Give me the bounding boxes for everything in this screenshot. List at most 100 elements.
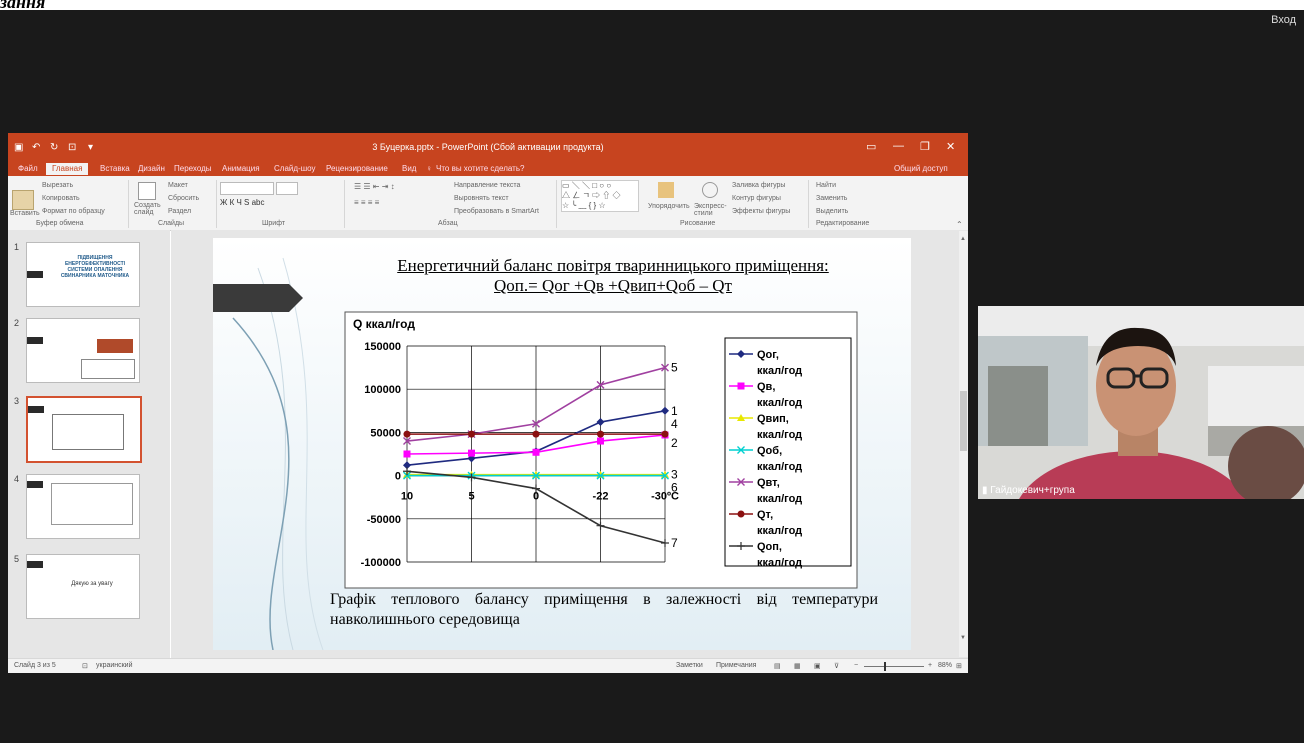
thumb-arrow <box>28 406 44 413</box>
data-point <box>532 430 540 438</box>
thumb-chart <box>52 414 124 450</box>
group-slides: Слайды <box>158 220 185 227</box>
thumbnail-slide-5[interactable]: Дякую за увагу <box>26 554 140 619</box>
y-axis-label: Q ккал/год <box>353 317 415 331</box>
close-icon[interactable]: ✕ <box>946 140 955 153</box>
format-painter-button[interactable]: Формат по образцу <box>42 208 105 215</box>
new-slide-icon[interactable] <box>138 182 156 200</box>
ribbon: Вставить Вырезать Копировать Формат по о… <box>8 176 968 231</box>
zoom-in-icon[interactable]: + <box>928 662 932 669</box>
text-direction-button[interactable]: Направление текста <box>454 182 520 189</box>
x-tick-label: 10 <box>401 491 413 503</box>
x-tick-label: -22 <box>593 491 609 503</box>
series-end-label: 2 <box>671 436 678 450</box>
quick-styles-icon[interactable] <box>702 182 718 198</box>
language-indicator[interactable]: украинский <box>96 662 133 669</box>
webcam-tile[interactable]: ▮ Гайдокевич+група <box>978 306 1304 499</box>
select-button[interactable]: Выделить <box>816 208 848 215</box>
tab-view[interactable]: Вид <box>402 164 416 173</box>
series-end-label: 7 <box>671 536 678 550</box>
zoom-slider-thumb[interactable] <box>884 662 886 671</box>
align-text-button[interactable]: Выровнять текст <box>454 195 509 202</box>
scroll-up-icon[interactable]: ▲ <box>960 236 966 242</box>
list-buttons[interactable]: ☰ ☰ ⇤ ⇥ ↕ <box>354 182 395 191</box>
legend-label: Qвип, <box>757 413 789 425</box>
top-strip: зання <box>0 0 1304 12</box>
convert-smartart-button[interactable]: Преобразовать в SmartArt <box>454 208 539 215</box>
current-slide[interactable]: 150000 100000 50000 0 -50000 -100000 10 5 0 -22 -3… <box>213 238 911 650</box>
zoom-slider[interactable] <box>864 666 924 667</box>
arrange-icon[interactable] <box>658 182 674 198</box>
group-clipboard: Буфер обмена <box>36 220 84 227</box>
paste-icon[interactable] <box>12 190 34 210</box>
thumbnail-slide-4[interactable] <box>26 474 140 539</box>
ribbon-divider <box>344 180 345 228</box>
tab-animation[interactable]: Анимация <box>222 164 260 173</box>
slide-canvas: 150000100000500000-50000-10000010 5 0 -22 -3… <box>213 238 911 650</box>
legend-label: ккал/год <box>757 365 802 377</box>
data-point <box>661 430 669 438</box>
reset-button[interactable]: Сбросить <box>168 195 199 202</box>
maximize-icon[interactable]: ❐ <box>920 140 930 153</box>
shape-effects-button[interactable]: Эффекты фигуры <box>732 208 790 215</box>
scroll-thumb[interactable] <box>960 391 967 451</box>
scroll-down-icon[interactable]: ▼ <box>960 635 966 641</box>
vertical-scrollbar[interactable]: ▲ ▼ <box>959 231 968 657</box>
shape-outline-button[interactable]: Контур фигуры <box>732 195 781 202</box>
tab-review[interactable]: Рецензирование <box>326 164 388 173</box>
reading-view-icon[interactable]: ▣ <box>814 662 821 670</box>
normal-view-icon[interactable]: ▤ <box>774 662 781 670</box>
tab-design[interactable]: Дизайн <box>138 164 165 173</box>
series-end-label: 5 <box>671 361 678 375</box>
lightbulb-icon: ♀ <box>426 164 432 173</box>
new-slide-button[interactable]: Создать слайд <box>134 202 162 216</box>
sorter-view-icon[interactable]: ▦ <box>794 662 801 670</box>
thumbnail-slide-1[interactable]: ПІДВИЩЕННЯ ЕНЕРГОЕФЕКТИВНОСТІ СИСТЕМИ ОП… <box>26 242 140 307</box>
tab-slideshow[interactable]: Слайд-шоу <box>274 164 315 173</box>
thumbnail-slide-3[interactable] <box>26 396 142 463</box>
status-bar: Слайд 3 из 5 ⊡ украинский Заметки Примеч… <box>8 658 968 673</box>
tab-file[interactable]: Файл <box>18 164 38 173</box>
slide-thumbnails: 1 ПІДВИЩЕННЯ ЕНЕРГОЕФЕКТИВНОСТІ СИСТЕМИ … <box>8 230 170 658</box>
minimize-icon[interactable]: — <box>893 140 904 152</box>
shapes-gallery[interactable]: ▭ ＼ ＼ □ ○ ○ △ ㄥ ㄱ ⇨ ⇧ ◇ ☆ ╰ ﹏ { } ☆ <box>561 180 639 212</box>
font-size-input[interactable] <box>276 182 298 195</box>
notes-button[interactable]: Заметки <box>676 662 703 669</box>
replace-button[interactable]: Заменить <box>816 195 847 202</box>
quick-styles-button[interactable]: Экспресс-стили <box>694 203 728 217</box>
zoom-out-icon[interactable]: − <box>854 662 858 669</box>
tab-home[interactable]: Главная <box>46 163 89 175</box>
tab-insert[interactable]: Вставка <box>100 164 130 173</box>
font-name-input[interactable] <box>220 182 274 195</box>
legend-marker <box>737 510 745 518</box>
cut-button[interactable]: Вырезать <box>42 182 73 189</box>
thumb-scheme <box>51 483 133 525</box>
login-link[interactable]: Вход <box>1271 14 1296 26</box>
font-style-buttons[interactable]: Ж К Ч S abc <box>220 198 265 207</box>
collapse-ribbon-icon[interactable]: ⌃ <box>956 220 963 229</box>
slideshow-view-icon[interactable]: ⊽ <box>834 662 839 670</box>
find-button[interactable]: Найти <box>816 182 836 189</box>
align-buttons[interactable]: ≡ ≡ ≡ ≡ <box>354 198 379 207</box>
tell-me-input[interactable]: Что вы хотите сделать? <box>436 164 524 173</box>
thumbnail-slide-2[interactable] <box>26 318 140 383</box>
shared-screen: ▣ ↶ ↻ ⊡ ▾ 3 Буцерка.pptx - PowerPoint (С… <box>8 133 968 673</box>
thumb-number: 3 <box>14 396 20 406</box>
slide-formula: Qоп.= Qог +Qв +Qвип+Qоб – Qт <box>494 276 732 295</box>
spellcheck-icon[interactable]: ⊡ <box>82 662 88 670</box>
ribbon-display-icon[interactable]: ▭ <box>866 140 876 153</box>
legend-label: Qт, <box>757 509 773 521</box>
arrange-button[interactable]: Упорядочить <box>648 203 690 210</box>
paste-button[interactable]: Вставить <box>10 210 40 217</box>
zoom-level[interactable]: 88% <box>938 662 952 669</box>
section-button[interactable]: Раздел <box>168 208 191 215</box>
fit-slide-icon[interactable]: ⊞ <box>956 662 962 670</box>
tab-transitions[interactable]: Переходы <box>174 164 212 173</box>
shape-fill-button[interactable]: Заливка фигуры <box>732 182 785 189</box>
copy-button[interactable]: Копировать <box>42 195 80 202</box>
y-tick-label: 50000 <box>370 427 401 439</box>
legend-label: ккал/год <box>757 493 802 505</box>
comments-button[interactable]: Примечания <box>716 662 756 669</box>
layout-button[interactable]: Макет <box>168 182 188 189</box>
share-button[interactable]: Общий доступ <box>894 164 948 173</box>
